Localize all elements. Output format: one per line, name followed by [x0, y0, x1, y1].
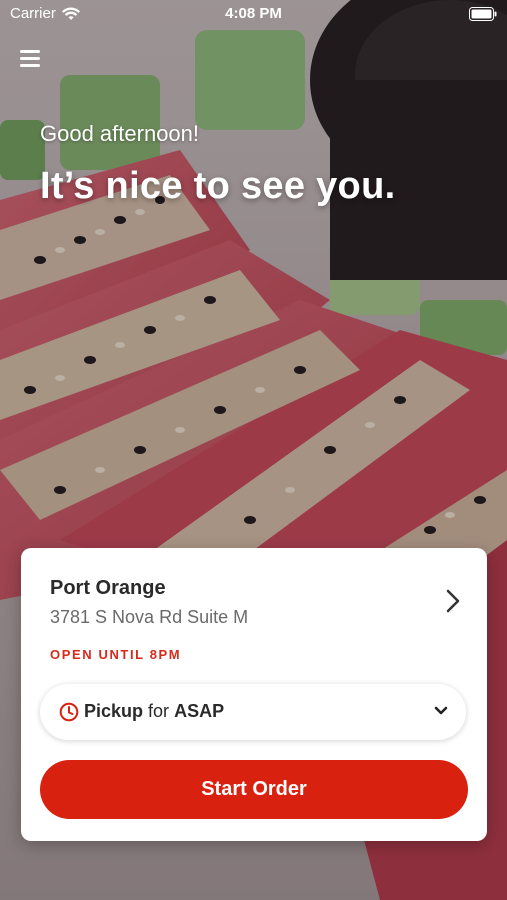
store-hours: OPEN UNTIL 8PM: [50, 647, 182, 662]
chevron-right-icon: [446, 589, 460, 613]
menu-line: [20, 50, 40, 53]
clock-icon: [59, 702, 79, 722]
order-mode-select[interactable]: Pickup for ASAP: [40, 684, 466, 740]
welcome-headline: It’s nice to see you.: [40, 165, 396, 207]
order-mode-type: Pickup: [84, 701, 144, 721]
order-mode-connector: for: [148, 701, 170, 721]
battery-icon: [469, 7, 497, 21]
menu-line: [20, 64, 40, 67]
start-order-button[interactable]: Start Order: [40, 760, 468, 819]
greeting-text: Good afternoon!: [40, 121, 200, 146]
menu-line: [20, 57, 40, 60]
app-screen: Carrier 4:08 PM Good afternoon! It’s nic…: [0, 0, 507, 900]
store-selector[interactable]: Port Orange 3781 S Nova Rd Suite M OPEN …: [21, 548, 487, 668]
order-mode-label: Pickup for ASAP: [84, 701, 224, 722]
order-mode-time: ASAP: [174, 701, 225, 721]
hamburger-icon[interactable]: [18, 46, 44, 70]
store-address: 3781 S Nova Rd Suite M: [50, 607, 249, 627]
status-bar: Carrier 4:08 PM: [0, 0, 507, 28]
store-card: Port Orange 3781 S Nova Rd Suite M OPEN …: [21, 548, 487, 841]
status-time: 4:08 PM: [225, 5, 282, 22]
chevron-down-icon: [434, 706, 448, 715]
store-name: Port Orange: [50, 577, 166, 599]
